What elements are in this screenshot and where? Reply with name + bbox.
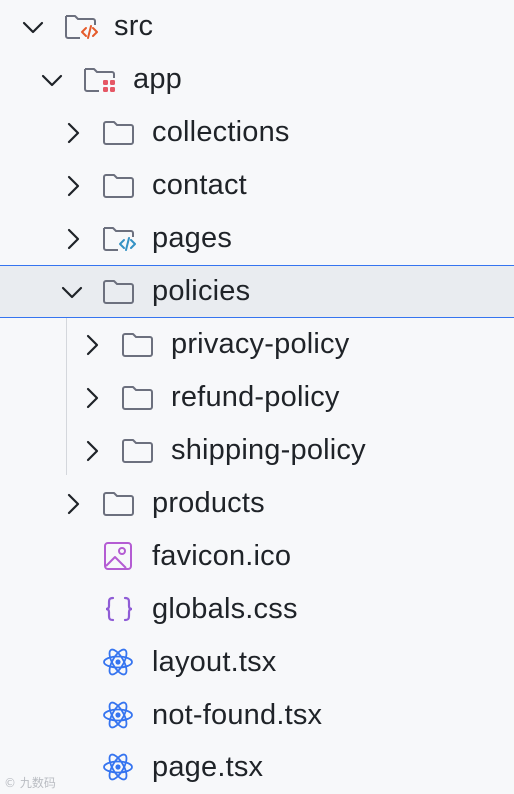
tree-item-label: globals.css [152, 593, 298, 625]
tree-item-not-found-tsx[interactable]: not-found.tsx [0, 689, 514, 742]
chevron-right-icon[interactable] [81, 334, 103, 356]
watermark: © 九数码 [4, 776, 56, 790]
tree-item-label: app [133, 63, 182, 95]
tree-item-pages[interactable]: pages [0, 212, 514, 265]
react-file-icon [101, 752, 135, 782]
tree-item-label: contact [152, 169, 247, 201]
chevron-down-icon[interactable] [61, 281, 83, 303]
tree-item-label: favicon.ico [152, 540, 292, 572]
tree-item-label: layout.tsx [152, 646, 277, 678]
chevron-down-icon[interactable] [41, 69, 63, 91]
tree-item-label: shipping-policy [171, 434, 366, 466]
tree-item-label: privacy-policy [171, 328, 350, 360]
tree-item-label: pages [152, 222, 233, 254]
chevron-right-icon[interactable] [62, 493, 84, 515]
tree-item-products[interactable]: products [0, 477, 514, 530]
folder-icon [121, 330, 155, 360]
folder-icon [121, 383, 155, 413]
tree-item-privacy-policy[interactable]: privacy-policy [0, 318, 514, 371]
react-file-icon [101, 700, 135, 730]
image-file-icon [102, 541, 136, 571]
chevron-right-icon[interactable] [81, 440, 103, 462]
tree-item-contact[interactable]: contact [0, 159, 514, 212]
chevron-right-icon[interactable] [62, 228, 84, 250]
folder-icon [102, 277, 136, 307]
app-folder-icon [83, 65, 117, 95]
chevron-right-icon[interactable] [81, 387, 103, 409]
tree-item-refund-policy[interactable]: refund-policy [0, 371, 514, 424]
tree-item-globals-css[interactable]: globals.css [0, 583, 514, 636]
tree-item-page-tsx[interactable]: page.tsx [0, 741, 514, 794]
css-file-icon [102, 594, 136, 624]
tree-item-label: not-found.tsx [152, 699, 323, 731]
tree-item-policies[interactable]: policies [0, 265, 514, 318]
tree-item-label: page.tsx [152, 751, 264, 783]
folder-icon [102, 489, 136, 519]
tree-item-label: products [152, 487, 265, 519]
folder-icon [102, 171, 136, 201]
tree-item-app[interactable]: app [0, 53, 514, 106]
chevron-right-icon[interactable] [62, 122, 84, 144]
chevron-right-icon[interactable] [62, 175, 84, 197]
chevron-down-icon[interactable] [22, 16, 44, 38]
source-folder-icon [64, 12, 98, 42]
react-file-icon [101, 647, 135, 677]
tree-item-layout-tsx[interactable]: layout.tsx [0, 636, 514, 689]
tree-item-favicon[interactable]: favicon.ico [0, 530, 514, 583]
folder-icon [121, 436, 155, 466]
tree-item-label: policies [152, 275, 251, 307]
project-tree: src app collections contact pages polici… [0, 0, 514, 794]
tree-item-label: src [114, 10, 154, 42]
folder-icon [102, 118, 136, 148]
tree-item-src[interactable]: src [0, 0, 514, 53]
tree-item-label: refund-policy [171, 381, 340, 413]
tree-item-shipping-policy[interactable]: shipping-policy [0, 424, 514, 477]
tree-item-label: collections [152, 116, 290, 148]
source-folder-icon [102, 224, 136, 254]
tree-item-collections[interactable]: collections [0, 106, 514, 159]
